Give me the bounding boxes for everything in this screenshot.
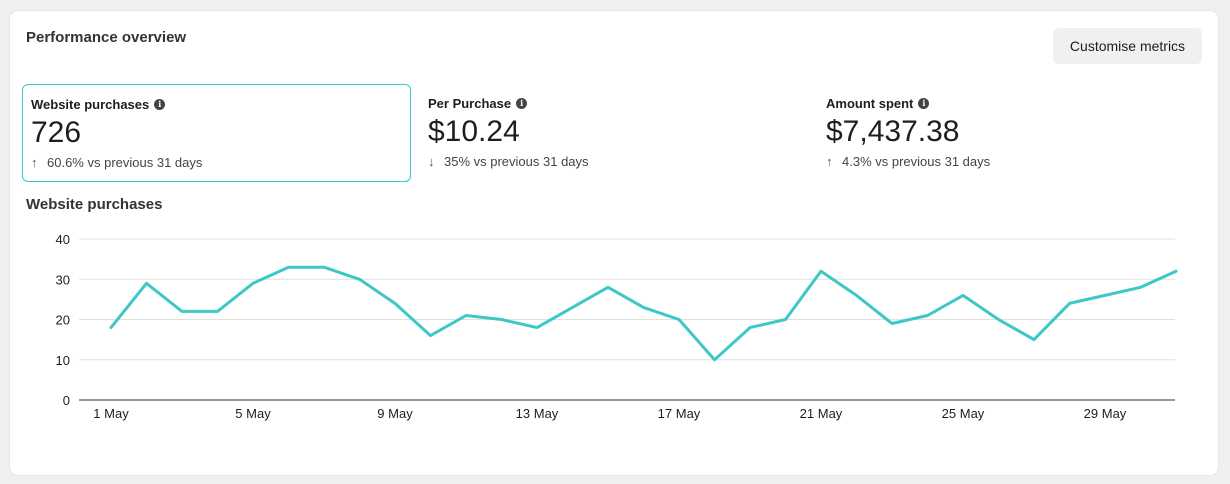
data-point[interactable] <box>888 320 896 328</box>
data-point[interactable] <box>675 316 683 324</box>
data-point[interactable] <box>462 311 470 319</box>
data-point[interactable] <box>1066 299 1074 307</box>
data-point[interactable] <box>711 356 719 364</box>
x-tick-label: 1 May <box>93 406 129 421</box>
data-point[interactable] <box>1137 283 1145 291</box>
data-point[interactable] <box>107 324 115 332</box>
data-point[interactable] <box>143 279 151 287</box>
data-point[interactable] <box>924 311 932 319</box>
x-tick-label: 21 May <box>800 406 843 421</box>
x-tick-label: 29 May <box>1084 406 1127 421</box>
x-tick-label: 13 May <box>516 406 559 421</box>
x-tick-label: 25 May <box>942 406 985 421</box>
data-point[interactable] <box>959 291 967 299</box>
data-point[interactable] <box>604 283 612 291</box>
data-point[interactable] <box>817 267 825 275</box>
data-point[interactable] <box>1172 267 1180 275</box>
data-point[interactable] <box>1101 291 1109 299</box>
data-point[interactable] <box>178 307 186 315</box>
performance-card: Performance overview Customise metrics W… <box>10 11 1218 475</box>
data-point[interactable] <box>1030 336 1038 344</box>
data-point[interactable] <box>995 316 1003 324</box>
x-tick-label: 9 May <box>377 406 413 421</box>
x-tick-label: 5 May <box>235 406 271 421</box>
data-point[interactable] <box>746 324 754 332</box>
data-point[interactable] <box>640 303 648 311</box>
data-point[interactable] <box>320 263 328 271</box>
series-line <box>109 265 1178 362</box>
data-point[interactable] <box>782 316 790 324</box>
x-tick-label: 17 May <box>658 406 701 421</box>
y-tick-label: 0 <box>63 393 70 408</box>
y-tick-label: 10 <box>56 353 70 368</box>
data-point[interactable] <box>391 299 399 307</box>
website-purchases-chart: 0 10 20 30 40 1 May 5 May 9 May 13 May 17 May 21 M… <box>56 232 1180 421</box>
y-tick-label: 20 <box>56 313 70 328</box>
data-point[interactable] <box>569 303 577 311</box>
y-tick-label: 40 <box>56 232 70 247</box>
data-point[interactable] <box>498 316 506 324</box>
data-point[interactable] <box>214 307 222 315</box>
y-tick-label: 30 <box>56 272 70 287</box>
data-point[interactable] <box>533 324 541 332</box>
data-point[interactable] <box>853 291 861 299</box>
data-point[interactable] <box>249 279 257 287</box>
data-point[interactable] <box>427 332 435 340</box>
data-point[interactable] <box>356 275 364 283</box>
data-point[interactable] <box>285 263 293 271</box>
